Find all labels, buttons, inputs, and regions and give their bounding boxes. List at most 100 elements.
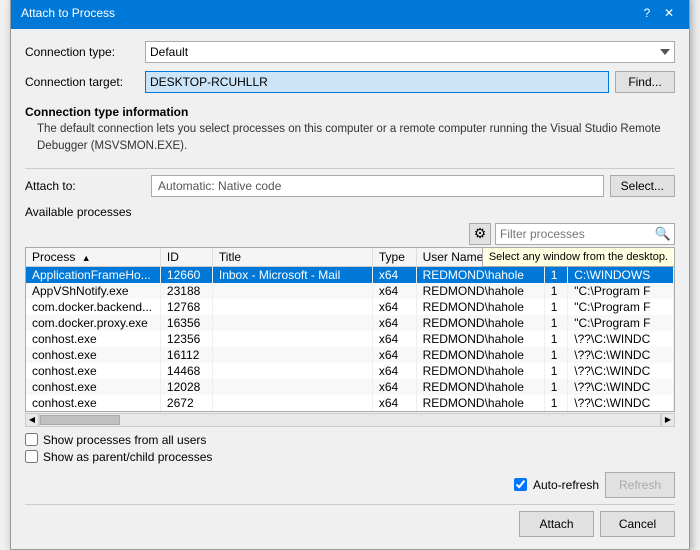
cell-id: 2672 — [160, 395, 212, 411]
info-title: Connection type information — [25, 105, 675, 119]
table-row[interactable]: conhost.exe16112x64REDMOND\hahole1\??\C:… — [26, 347, 674, 363]
cell-id: 12768 — [160, 299, 212, 315]
cell-user: REDMOND\hahole — [416, 379, 544, 395]
cell-type: x64 — [372, 315, 416, 331]
cell-cmd: "C:\Program F — [568, 283, 674, 299]
auto-refresh-label[interactable]: Auto-refresh — [533, 478, 599, 492]
table-row[interactable]: conhost.exe14468x64REDMOND\hahole1\??\C:… — [26, 363, 674, 379]
table-row[interactable]: com.docker.backend...12768x64REDMOND\hah… — [26, 299, 674, 315]
attach-to-process-dialog: Attach to Process ? ✕ Connection type: D… — [10, 0, 690, 550]
available-processes-section: Available processes ⚙ 🔍 Select any windo… — [25, 205, 675, 427]
scroll-right-button[interactable]: ▶ — [661, 413, 675, 427]
table-row[interactable]: ApplicationFrameHo...12660Inbox - Micros… — [26, 266, 674, 283]
attach-to-input — [151, 175, 604, 197]
col-type[interactable]: Type — [372, 248, 416, 267]
col-process[interactable]: Process ▲ — [26, 248, 160, 267]
cell-type: x64 — [372, 395, 416, 411]
bottom-options: Show processes from all users Show as pa… — [25, 433, 675, 464]
show-all-users-label[interactable]: Show processes from all users — [43, 433, 206, 447]
connection-target-wrap: Find... — [145, 71, 675, 93]
cell-id: 12660 — [160, 266, 212, 283]
show-all-users-row: Show processes from all users — [25, 433, 675, 447]
attach-button[interactable]: Attach — [519, 511, 594, 537]
cell-user: REDMOND\hahole — [416, 283, 544, 299]
cell-process: com.docker.backend... — [26, 299, 160, 315]
table-row[interactable]: conhost.exe12028x64REDMOND\hahole1\??\C:… — [26, 379, 674, 395]
cell-user: REDMOND\hahole — [416, 266, 544, 283]
auto-refresh-section: Auto-refresh Refresh — [514, 472, 675, 498]
cell-type: x64 — [372, 266, 416, 283]
connection-type-row: Connection type: Default — [25, 41, 675, 63]
cell-cmd: "C:\Program F — [568, 299, 674, 315]
connection-target-row: Connection target: Find... — [25, 71, 675, 93]
cell-s: 1 — [544, 283, 568, 299]
table-row[interactable]: conhost.exe12356x64REDMOND\hahole1\??\C:… — [26, 331, 674, 347]
cell-user: REDMOND\hahole — [416, 331, 544, 347]
table-row[interactable]: AppVShNotify.exe23188x64REDMOND\hahole1"… — [26, 283, 674, 299]
cell-process: AppVShNotify.exe — [26, 283, 160, 299]
close-button[interactable]: ✕ — [659, 3, 679, 23]
cell-process: conhost.exe — [26, 395, 160, 411]
cell-process: conhost.exe — [26, 363, 160, 379]
cell-process: ApplicationFrameHo... — [26, 266, 160, 283]
cancel-button[interactable]: Cancel — [600, 511, 675, 537]
connection-target-label: Connection target: — [25, 75, 145, 89]
cell-cmd: \??\C:\WINDC — [568, 347, 674, 363]
cell-process: conhost.exe — [26, 331, 160, 347]
filter-wrap: 🔍 Select any window from the desktop. — [495, 223, 675, 245]
cell-user: REDMOND\hahole — [416, 395, 544, 411]
cell-type: x64 — [372, 379, 416, 395]
cell-process: com.docker.proxy.exe — [26, 315, 160, 331]
cell-type: x64 — [372, 363, 416, 379]
show-parent-child-checkbox[interactable] — [25, 450, 38, 463]
cell-s: 1 — [544, 266, 568, 283]
show-all-users-checkbox[interactable] — [25, 433, 38, 446]
attach-to-row: Attach to: Select... — [25, 175, 675, 197]
cell-id: 12028 — [160, 379, 212, 395]
h-scrollbar[interactable] — [39, 413, 661, 427]
cell-title — [212, 379, 372, 395]
cell-cmd: "C:\Program F — [568, 315, 674, 331]
bottom-buttons-row: Auto-refresh Refresh — [25, 472, 675, 498]
col-title[interactable]: Title — [212, 248, 372, 267]
find-button[interactable]: Find... — [615, 71, 675, 93]
col-id[interactable]: ID — [160, 248, 212, 267]
cell-type: x64 — [372, 283, 416, 299]
h-scrollbar-thumb — [40, 415, 120, 425]
cell-title — [212, 347, 372, 363]
cell-cmd: \??\C:\WINDC — [568, 379, 674, 395]
filter-input[interactable] — [495, 223, 675, 245]
cell-user: REDMOND\hahole — [416, 363, 544, 379]
cell-cmd: C:\WINDOWS — [568, 266, 674, 283]
cell-id: 14468 — [160, 363, 212, 379]
cell-title — [212, 315, 372, 331]
help-button[interactable]: ? — [637, 3, 657, 23]
cell-title — [212, 331, 372, 347]
dialog-content: Connection type: Default Connection targ… — [11, 29, 689, 548]
action-buttons: Attach Cancel — [25, 511, 675, 537]
connection-type-select[interactable]: Default — [145, 41, 675, 63]
cell-title — [212, 299, 372, 315]
filter-row: ⚙ 🔍 Select any window from the desktop. — [25, 223, 675, 245]
process-table-wrap: Process ▲ ID Title Type User Name S Comm… — [25, 247, 675, 412]
cell-user: REDMOND\hahole — [416, 347, 544, 363]
show-parent-child-label[interactable]: Show as parent/child processes — [43, 450, 212, 464]
title-bar-buttons: ? ✕ — [637, 3, 679, 23]
dialog-title: Attach to Process — [21, 6, 115, 20]
refresh-button[interactable]: Refresh — [605, 472, 675, 498]
cell-type: x64 — [372, 347, 416, 363]
scroll-left-button[interactable]: ◀ — [25, 413, 39, 427]
cell-type: x64 — [372, 331, 416, 347]
cell-s: 1 — [544, 331, 568, 347]
cell-id: 12356 — [160, 331, 212, 347]
table-row[interactable]: com.docker.proxy.exe16356x64REDMOND\haho… — [26, 315, 674, 331]
auto-refresh-checkbox[interactable] — [514, 478, 527, 491]
cell-id: 16112 — [160, 347, 212, 363]
cell-user: REDMOND\hahole — [416, 315, 544, 331]
settings-button[interactable]: ⚙ — [469, 223, 491, 245]
table-row[interactable]: conhost.exe2672x64REDMOND\hahole1\??\C:\… — [26, 395, 674, 411]
select-button[interactable]: Select... — [610, 175, 675, 197]
connection-target-input[interactable] — [145, 71, 609, 93]
cell-cmd: \??\C:\WINDC — [568, 395, 674, 411]
search-icon: 🔍 — [655, 226, 671, 242]
